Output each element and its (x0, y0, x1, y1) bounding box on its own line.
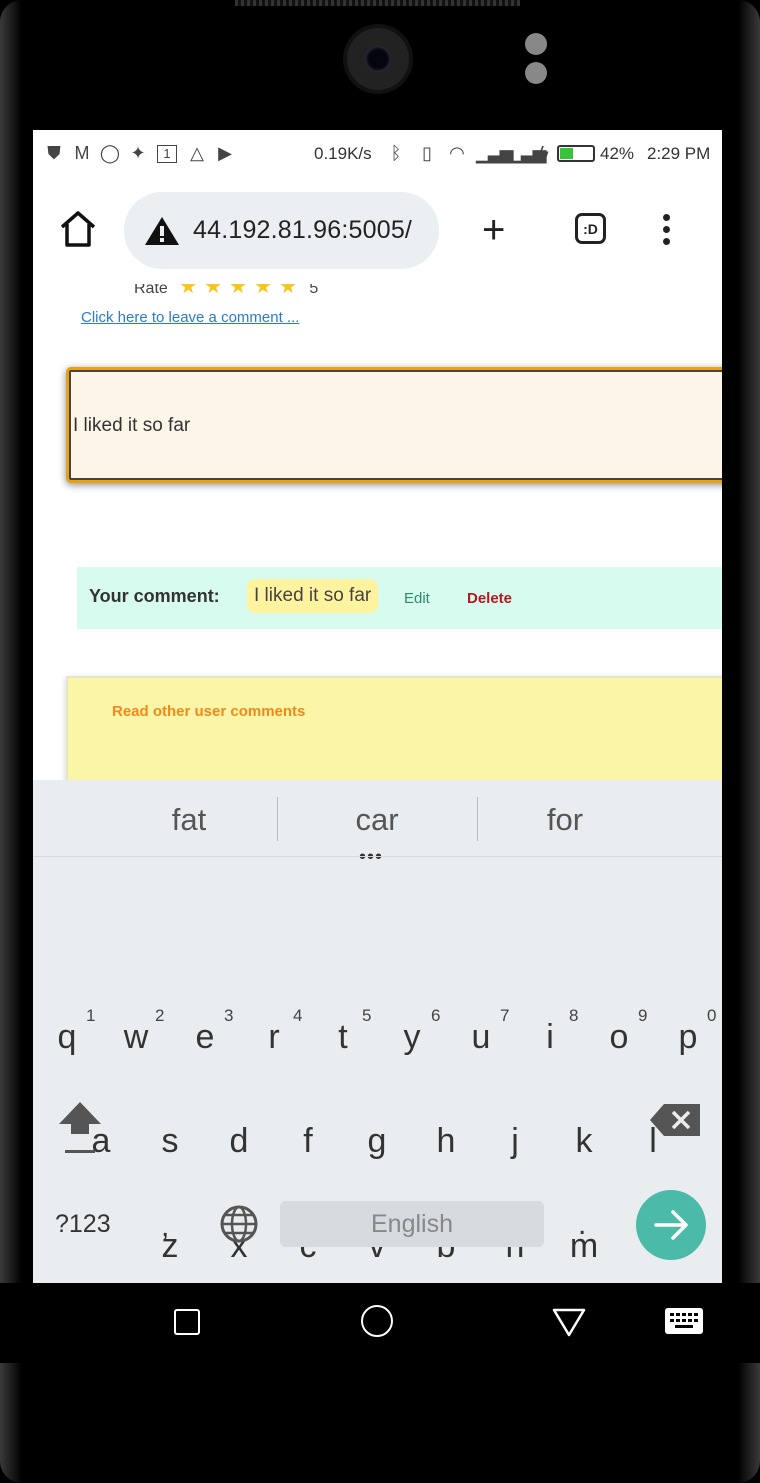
your-comment-text: I liked it so far (247, 579, 379, 613)
speaker-grill (235, 0, 520, 6)
keyboard-icon[interactable] (665, 1308, 703, 1334)
edit-button[interactable]: Edit (404, 590, 430, 607)
star-rating: ★ ★ ★ ★ ★ (172, 284, 297, 299)
phone-edge-left (0, 0, 22, 1483)
key-hint: 3 (224, 1006, 234, 1025)
signal-icon: ▁▃▅ (476, 143, 514, 163)
phone-frame: ⛊ M ◯ ✦ 1 △ ▶ 0.19K/s ᛒ ▯ ◠ ▁▃▅ ▁▃▅ ϟ 42… (0, 0, 760, 1483)
star-icon[interactable]: ★ (204, 284, 222, 299)
web-page: Rate ★ ★ ★ ★ ★ 5 Click here to leave a comme… (33, 284, 722, 784)
key-hint: 5 (362, 1006, 372, 1025)
more-suggestions-icon[interactable]: ••• (359, 846, 383, 869)
key-hint: 1 (86, 1006, 96, 1025)
leave-comment-link[interactable]: Click here to leave a comment ... (81, 309, 299, 326)
home-nav-icon[interactable] (361, 1305, 393, 1337)
key-hint: 6 (431, 1006, 441, 1025)
signal-icon-2: ▁▃▅ (509, 143, 547, 163)
battery-fill (560, 148, 574, 159)
key-k[interactable]: k (554, 1122, 614, 1161)
period-key[interactable]: . (578, 1208, 586, 1242)
browser-toolbar: 44.192.81.96:5005/ + :D (33, 178, 722, 285)
key-hint: 4 (293, 1006, 303, 1025)
shield-icon: ⛊ (47, 143, 61, 163)
your-comment-label: Your comment: (89, 586, 220, 606)
comment-input[interactable]: I liked it so far (66, 367, 722, 483)
gmail-icon: M (74, 143, 90, 163)
key-g[interactable]: g (347, 1122, 407, 1161)
suggestion-1[interactable]: fat (99, 802, 279, 838)
net-speed: 0.19K/s (314, 144, 372, 163)
battery-percent: 42% (600, 144, 635, 163)
key-hint: 2 (155, 1006, 165, 1025)
suggestion-divider (277, 797, 278, 841)
key-d[interactable]: d (209, 1122, 269, 1161)
shift-icon[interactable] (57, 1100, 103, 1160)
rating-row: Rate ★ ★ ★ ★ ★ 5 (134, 284, 318, 299)
status-bar: ⛊ M ◯ ✦ 1 △ ▶ 0.19K/s ᛒ ▯ ◠ ▁▃▅ ▁▃▅ ϟ 42… (33, 130, 722, 178)
clock: 2:29 PM (647, 144, 711, 163)
chat-icon: ◯ (99, 143, 121, 163)
key-hint: 0 (707, 1006, 717, 1025)
other-comments-panel: Read other user comments (66, 676, 722, 784)
key-hint: 9 (638, 1006, 648, 1025)
front-camera (347, 28, 409, 90)
tab-switcher-button[interactable]: :D (575, 213, 606, 244)
symbols-key[interactable]: ?123 (55, 1210, 111, 1239)
calendar-icon: 1 (157, 145, 177, 163)
key-s[interactable]: s (140, 1122, 200, 1161)
star-icon[interactable]: ★ (179, 284, 197, 299)
new-tab-icon[interactable]: + (482, 210, 505, 250)
suggestion-separator (33, 856, 722, 857)
wifi-icon: ◠ (449, 143, 465, 163)
charging-icon: ϟ (539, 143, 549, 163)
drive-icon: △ (190, 143, 204, 163)
back-icon[interactable] (552, 1307, 586, 1337)
key-j[interactable]: j (485, 1122, 545, 1161)
vibrate-icon: ▯ (422, 143, 432, 163)
soft-keyboard: fat car for ••• q1w2e3r4t5y6u7i8o9p0 asd… (33, 780, 722, 1283)
youtube-icon: ▶ (218, 143, 232, 163)
url-text: 44.192.81.96:5005/ (193, 216, 413, 244)
home-icon[interactable] (57, 208, 99, 250)
enter-button[interactable] (636, 1190, 706, 1260)
globe-icon[interactable] (220, 1205, 258, 1243)
key-h[interactable]: h (416, 1122, 476, 1161)
address-bar[interactable]: 44.192.81.96:5005/ (124, 192, 439, 269)
comment-input-value: I liked it so far (73, 415, 191, 436)
warning-icon[interactable] (144, 216, 180, 246)
suggestion-2[interactable]: car (287, 802, 467, 838)
arrow-right-icon (654, 1210, 688, 1240)
key-f[interactable]: f (278, 1122, 338, 1161)
nav-bar (0, 1283, 760, 1363)
rate-value: 5 (309, 284, 319, 297)
key-z[interactable]: z (140, 1227, 200, 1266)
delete-button[interactable]: Delete (467, 590, 512, 607)
comma-key[interactable]: , (161, 1210, 169, 1244)
suggestion-3[interactable]: for (475, 802, 655, 838)
key-hint: 8 (569, 1006, 579, 1025)
calendar-number: 1 (163, 146, 171, 161)
screen: ⛊ M ◯ ✦ 1 △ ▶ 0.19K/s ᛒ ▯ ◠ ▁▃▅ ▁▃▅ ϟ 42… (33, 130, 722, 1283)
star-icon[interactable]: ★ (279, 284, 297, 299)
rate-label: Rate (134, 284, 168, 297)
light-sensor (525, 62, 547, 84)
your-comment-panel: Your comment: I liked it so far Edit Del… (77, 567, 722, 629)
star-icon[interactable]: ★ (229, 284, 247, 299)
star-icon[interactable]: ★ (254, 284, 272, 299)
backspace-icon[interactable] (650, 1104, 700, 1136)
other-comments-title: Read other user comments (112, 703, 306, 720)
puzzle-icon: ✦ (130, 143, 146, 163)
battery-icon (557, 145, 595, 162)
proximity-sensor (525, 33, 547, 55)
phone-edge-right (738, 0, 760, 1483)
more-menu-icon[interactable] (663, 214, 671, 248)
key-hint: 7 (500, 1006, 510, 1025)
recents-icon[interactable] (174, 1309, 200, 1335)
space-bar[interactable]: English (280, 1201, 544, 1247)
bluetooth-icon: ᛒ (390, 143, 402, 163)
